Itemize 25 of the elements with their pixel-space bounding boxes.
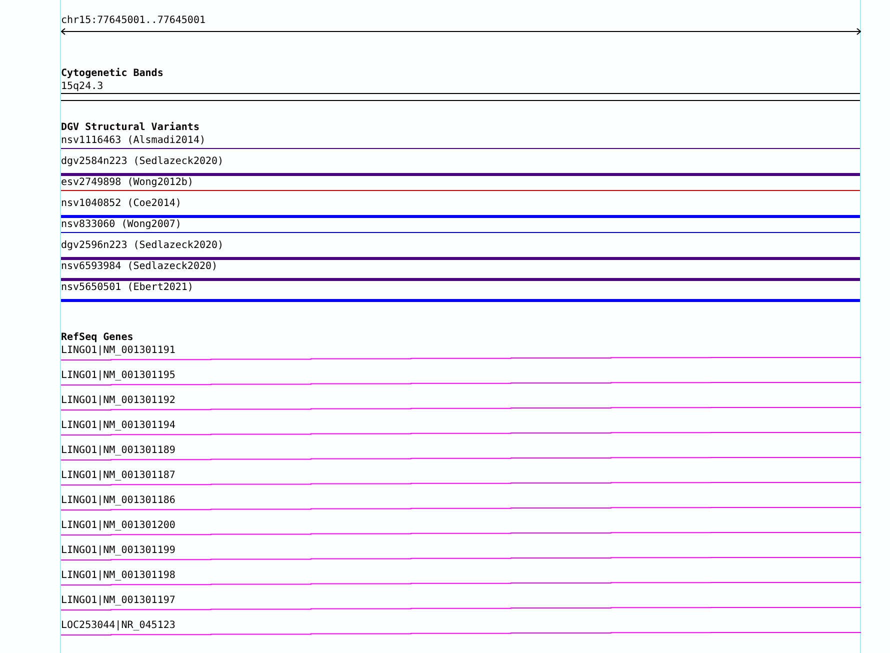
gene-label: LINGO1|NM_001301194 — [61, 419, 176, 432]
variant-label: nsv6593984 (Sedlazeck2020) — [61, 260, 219, 274]
gene-label: LINGO1|NM_001301198 — [61, 569, 176, 582]
gene-label: LINGO1|NM_001301192 — [61, 394, 176, 407]
variant-label: dgv2596n223 (Sedlazeck2020) — [61, 239, 225, 253]
gene-label: LINGO1|NM_001301189 — [61, 444, 176, 457]
gene-label: LINGO1|NM_001301195 — [61, 369, 176, 382]
track-title: Cytogenetic Bands — [61, 67, 164, 80]
band-label: 15q24.3 — [61, 80, 104, 93]
gene-label: LINGO1|NM_001301197 — [61, 594, 176, 607]
gene-label: LINGO1|NM_001301191 — [61, 344, 176, 357]
variant-label: esv2749898 (Wong2012b) — [61, 176, 194, 190]
gene-label: LINGO1|NM_001301186 — [61, 494, 176, 507]
variant-label: nsv1116463 (Alsmadi2014) — [61, 134, 206, 148]
track-title: DGV Structural Variants — [61, 121, 200, 134]
variant-label: dgv2584n223 (Sedlazeck2020) — [61, 155, 225, 169]
gene-label: LINGO1|NM_001301199 — [61, 544, 176, 557]
gene-label: LOC253044|NR_045123 — [61, 619, 176, 632]
gene-label: LINGO1|NM_001301200 — [61, 519, 176, 532]
variant-label: nsv833060 (Wong2007) — [61, 218, 182, 232]
location-label: chr15:77645001..77645001 — [61, 14, 206, 27]
variant-label: nsv1040852 (Coe2014) — [61, 197, 182, 211]
track-title: RefSeq Genes — [61, 331, 134, 344]
gene-label: LINGO1|NM_001301187 — [61, 469, 176, 482]
variant-label: nsv5650501 (Ebert2021) — [61, 281, 194, 295]
